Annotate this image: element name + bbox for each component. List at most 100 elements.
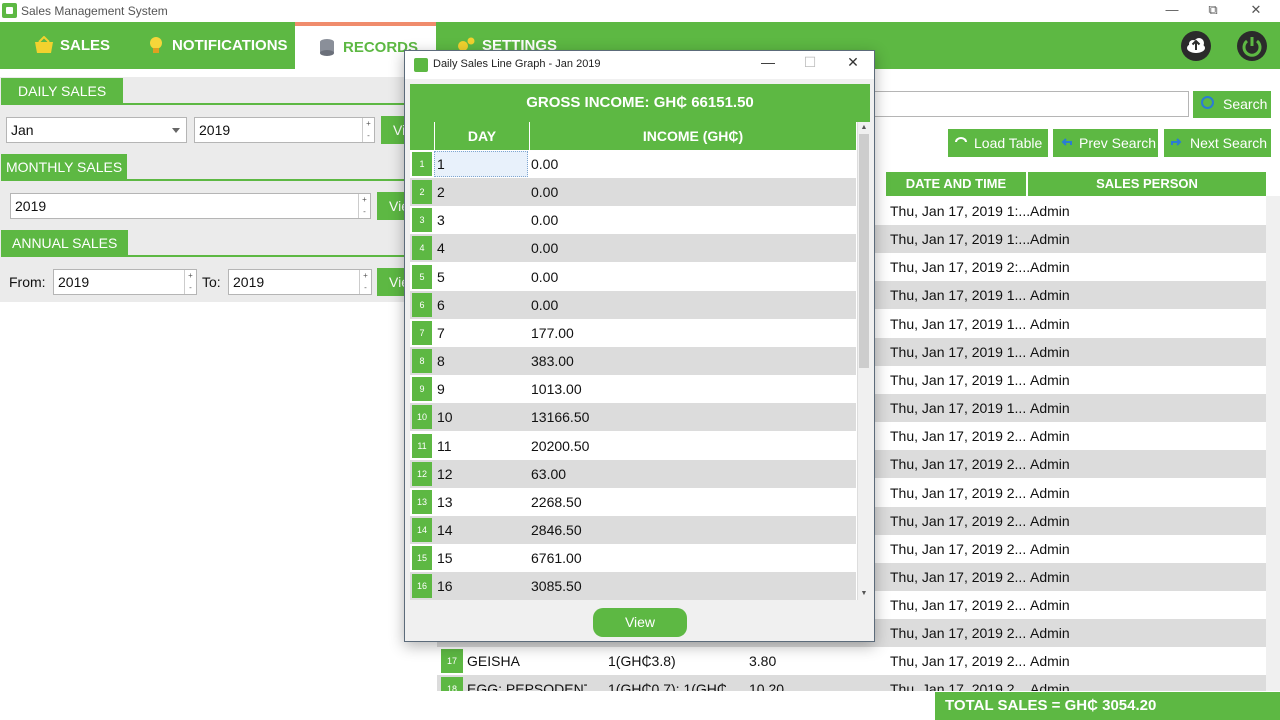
daily-year-stepper[interactable]: + -: [362, 118, 374, 142]
row-number: 11: [412, 433, 432, 458]
row-number: 7: [412, 320, 432, 345]
monthly-year-spinner[interactable]: 2019 + -: [10, 193, 371, 219]
table-row[interactable]: 14 14 2846.50: [410, 515, 856, 544]
annual-from-stepper[interactable]: + -: [184, 270, 196, 294]
table-row[interactable]: 17 GEISHA 1(GH₵3.8) 3.80 Thu, Jan 17, 20…: [437, 647, 1266, 675]
col-header-sales-person: SALES PERSON: [1028, 172, 1266, 196]
tab-notifications[interactable]: NOTIFICATIONS: [146, 22, 288, 69]
table-row[interactable]: 5 5 0.00: [410, 263, 856, 291]
row-person: Admin: [1030, 203, 1070, 219]
row-person: Admin: [1030, 371, 1070, 388]
row-day: 4: [437, 240, 445, 257]
dialog-minimize-button[interactable]: —: [756, 54, 780, 70]
row-day: 10: [437, 409, 453, 426]
row-income: 0.00: [531, 296, 559, 313]
table-row[interactable]: 6 6 0.00: [410, 290, 856, 319]
row-date: Thu, Jan 17, 2019 1:...: [890, 203, 1031, 219]
row-date: Thu, Jan 17, 2019 1...: [890, 371, 1027, 388]
row-person: Admin: [1030, 343, 1070, 360]
dialog-titlebar: Daily Sales Line Graph - Jan 2019 — ☐ ✕: [405, 51, 874, 79]
search-button[interactable]: Search: [1193, 91, 1271, 118]
row-number: 14: [412, 517, 432, 542]
col-header-income: INCOME (GH₵): [529, 122, 856, 150]
daily-divider: [1, 103, 437, 105]
monthly-year-value: 2019: [15, 198, 47, 214]
daily-month-select[interactable]: Jan: [6, 117, 187, 143]
table-row[interactable]: 8 8 383.00: [410, 347, 856, 376]
monthly-year-stepper[interactable]: + -: [358, 194, 370, 218]
row-date: Thu, Jan 17, 2019 2...: [890, 456, 1027, 473]
database-icon: [320, 38, 334, 56]
dialog-close-button[interactable]: ✕: [841, 54, 865, 71]
row-person: Admin: [1030, 653, 1070, 669]
scroll-up-icon[interactable]: ▲: [858, 122, 870, 134]
power-button[interactable]: [1237, 31, 1267, 61]
scroll-thumb[interactable]: [859, 134, 869, 368]
dialog-scrollbar[interactable]: ▲ ▼: [857, 122, 870, 600]
annual-to-spinner[interactable]: 2019 + -: [228, 269, 372, 295]
row-person: Admin: [1030, 428, 1070, 445]
row-item: GEISHA: [467, 653, 520, 669]
selected-cell[interactable]: [434, 151, 528, 177]
row-number: 12: [412, 461, 432, 486]
close-button[interactable]: ✕: [1246, 2, 1266, 18]
table-row[interactable]: 11 11 20200.50: [410, 432, 856, 460]
row-day: 9: [437, 381, 445, 398]
row-date: Thu, Jan 17, 2019 2:...: [890, 259, 1031, 276]
row-number: 6: [412, 292, 432, 317]
scroll-down-icon[interactable]: ▼: [858, 588, 870, 600]
restore-button[interactable]: ⧉: [1203, 2, 1223, 18]
row-price: 3.80: [749, 653, 777, 669]
annual-from-value: 2019: [58, 274, 90, 290]
chevron-down-icon: [172, 128, 180, 133]
total-sales: TOTAL SALES = GH₵ 3054.20: [935, 692, 1280, 720]
row-person: Admin: [1030, 568, 1070, 585]
row-day: 16: [437, 578, 453, 595]
table-row[interactable]: 3 3 0.00: [410, 206, 856, 234]
table-row[interactable]: 16 16 3085.50: [410, 572, 856, 601]
table-scrollbar[interactable]: [1266, 196, 1280, 691]
row-day: 12: [437, 465, 453, 482]
row-day: 8: [437, 353, 445, 370]
next-search-label: Next Search: [1190, 135, 1268, 151]
row-number: 4: [412, 236, 432, 261]
row-person: Admin: [1030, 400, 1070, 417]
table-row[interactable]: 7 7 177.00: [410, 319, 856, 347]
tab-sales[interactable]: SALES: [34, 22, 110, 69]
annual-from-spinner[interactable]: 2019 + -: [53, 269, 197, 295]
minimize-button[interactable]: —: [1162, 2, 1182, 17]
table-row[interactable]: 4 4 0.00: [410, 234, 856, 263]
table-row[interactable]: 1 1 0.00: [410, 150, 856, 178]
dialog-maximize-button[interactable]: ☐: [798, 54, 822, 71]
annual-from-label: From:: [9, 274, 46, 290]
table-row[interactable]: 2 2 0.00: [410, 178, 856, 207]
tab-notifications-label: NOTIFICATIONS: [172, 37, 288, 54]
row-person: Admin: [1030, 231, 1070, 248]
row-day: 2: [437, 184, 445, 201]
daily-year-spinner[interactable]: 2019 + -: [194, 117, 375, 143]
row-day: 5: [437, 268, 445, 285]
row-date: Thu, Jan 17, 2019 2...: [890, 681, 1027, 691]
magnifier-icon: [1201, 96, 1214, 109]
annual-to-stepper[interactable]: + -: [359, 270, 371, 294]
table-row[interactable]: 9 9 1013.00: [410, 375, 856, 403]
row-day: 6: [437, 296, 445, 313]
table-row[interactable]: 13 13 2268.50: [410, 488, 856, 516]
row-number: 3: [412, 208, 432, 233]
load-table-label: Load Table: [974, 135, 1043, 151]
row-number: 10: [412, 405, 432, 430]
cloud-upload-button[interactable]: [1181, 31, 1211, 61]
next-search-button[interactable]: Next Search: [1164, 129, 1271, 157]
row-person: Admin: [1030, 540, 1070, 557]
table-row[interactable]: 15 15 6761.00: [410, 544, 856, 572]
table-row[interactable]: 18 EGG; PEPSODENT; L 1(GH₵0.7); 1(GH₵5 1…: [437, 675, 1266, 691]
row-income: 383.00: [531, 353, 574, 370]
prev-search-button[interactable]: Prev Search: [1053, 129, 1158, 157]
row-income: 20200.50: [531, 437, 590, 454]
table-row[interactable]: 10 10 13166.50: [410, 403, 856, 432]
col-header-day: DAY: [434, 122, 529, 150]
table-row[interactable]: 12 12 63.00: [410, 459, 856, 488]
dialog-view-button[interactable]: View: [593, 608, 687, 637]
row-person: Admin: [1030, 625, 1070, 642]
load-table-button[interactable]: Load Table: [948, 129, 1048, 157]
